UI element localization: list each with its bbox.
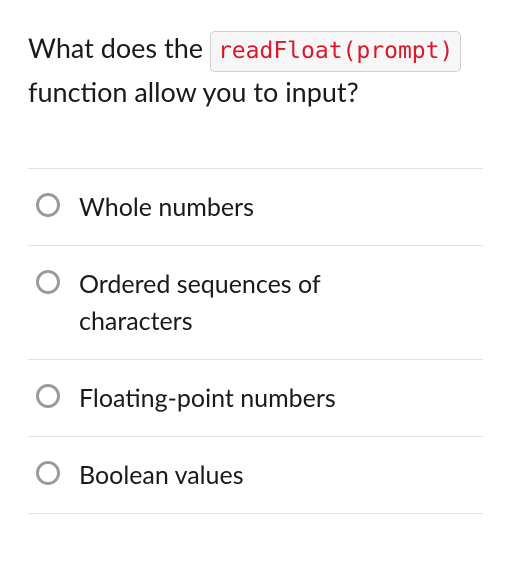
choice-2[interactable]: Floating-point numbers xyxy=(28,360,483,437)
choice-label: Boolean values xyxy=(79,457,304,493)
choice-label: Whole numbers xyxy=(79,189,314,225)
question-pre: What does the xyxy=(28,31,203,64)
radio-icon xyxy=(36,270,60,294)
radio-icon xyxy=(36,461,60,485)
choice-label: Floating-point numbers xyxy=(79,380,396,416)
question-post: function allow you to input? xyxy=(28,75,359,108)
choice-label: Ordered sequences of characters xyxy=(79,266,475,339)
choice-0[interactable]: Whole numbers xyxy=(28,169,483,246)
radio-icon xyxy=(36,384,60,408)
radio-icon xyxy=(36,193,60,217)
question-text: What does the readFloat(prompt) function… xyxy=(28,28,483,112)
choice-3[interactable]: Boolean values xyxy=(28,437,483,514)
choice-1[interactable]: Ordered sequences of characters xyxy=(28,246,483,360)
choices-list: Whole numbers Ordered sequences of chara… xyxy=(28,168,483,514)
code-inline: readFloat(prompt) xyxy=(210,31,461,72)
